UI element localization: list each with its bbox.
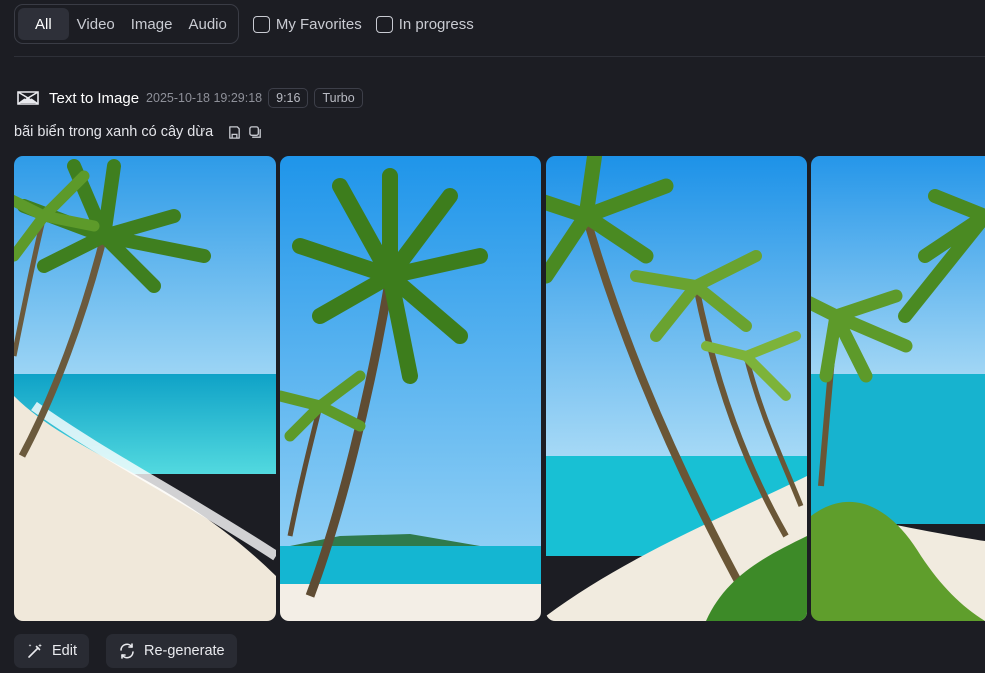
tab-image[interactable]: Image bbox=[123, 8, 181, 40]
beach-image bbox=[811, 156, 985, 621]
tab-video[interactable]: Video bbox=[69, 8, 123, 40]
generated-image-2[interactable] bbox=[280, 156, 541, 621]
task-timestamp: 2025-10-18 19:29:18 bbox=[146, 91, 263, 105]
in-progress-label: In progress bbox=[398, 15, 474, 33]
edit-label: Edit bbox=[52, 643, 77, 659]
checkbox-box[interactable] bbox=[252, 15, 270, 33]
generated-image-4[interactable] bbox=[811, 156, 985, 621]
task-header: Text to Image 2025-10-18 19:29:18 9:16 T… bbox=[17, 87, 369, 109]
my-favorites-label: My Favorites bbox=[275, 15, 362, 33]
aspect-ratio-tag: 9:16 bbox=[268, 88, 309, 108]
in-progress-checkbox[interactable]: In progress bbox=[375, 15, 474, 33]
regenerate-icon bbox=[120, 643, 134, 659]
tab-audio[interactable]: Audio bbox=[180, 8, 234, 40]
tab-all[interactable]: All bbox=[18, 8, 69, 40]
copy-prompt-icon[interactable] bbox=[248, 125, 263, 140]
save-prompt-icon[interactable] bbox=[227, 125, 242, 140]
task-title: Text to Image bbox=[49, 89, 140, 107]
type-segmented-control: All Video Image Audio bbox=[14, 4, 239, 44]
beach-image bbox=[280, 156, 541, 621]
magic-wand-icon bbox=[28, 643, 42, 658]
edit-button[interactable]: Edit bbox=[14, 634, 89, 668]
generated-image-3[interactable] bbox=[546, 156, 807, 621]
regenerate-label: Re-generate bbox=[144, 643, 225, 659]
text-to-image-icon bbox=[17, 91, 39, 105]
prompt-text: bãi biển trong xanh có cây dừa bbox=[14, 124, 214, 140]
filter-bar: All Video Image Audio My Favorites In pr… bbox=[14, 4, 474, 44]
generated-image-1[interactable] bbox=[14, 156, 276, 621]
my-favorites-checkbox[interactable]: My Favorites bbox=[252, 15, 362, 33]
beach-image bbox=[14, 156, 276, 621]
prompt-row: bãi biển trong xanh có cây dừa bbox=[14, 122, 263, 142]
checkbox-box[interactable] bbox=[375, 15, 393, 33]
regenerate-button[interactable]: Re-generate bbox=[106, 634, 237, 668]
beach-image bbox=[546, 156, 807, 621]
model-tag: Turbo bbox=[314, 88, 363, 108]
divider bbox=[14, 56, 985, 57]
